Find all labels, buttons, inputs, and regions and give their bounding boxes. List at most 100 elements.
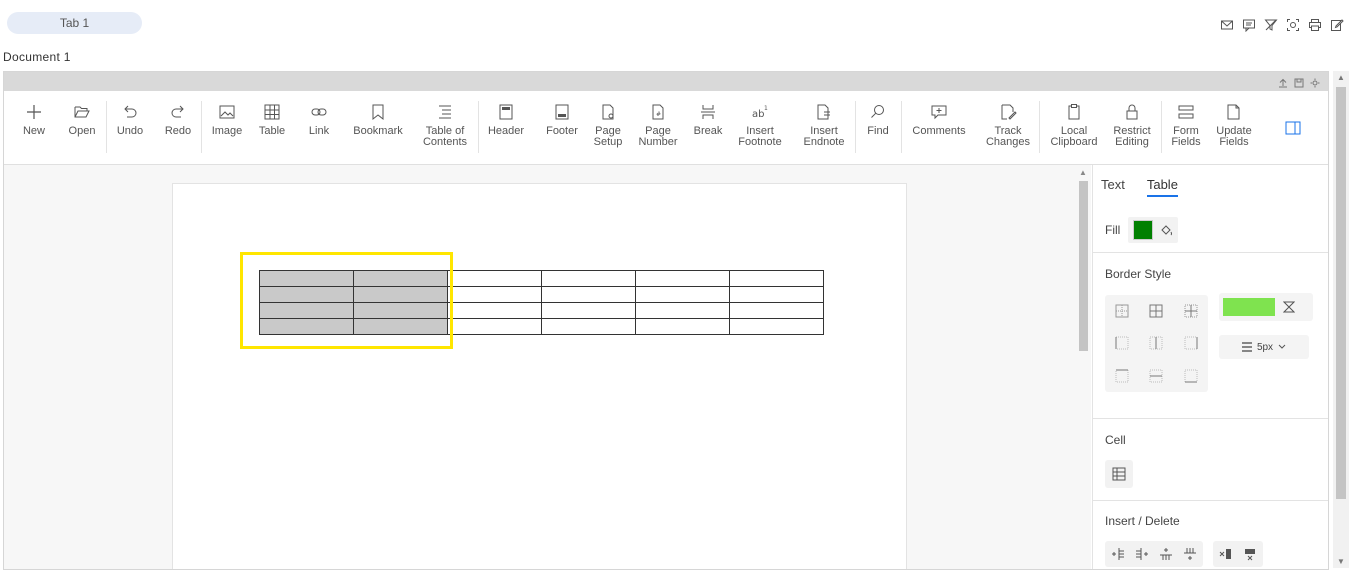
footer-label: Footer: [546, 125, 578, 137]
scroll-up-icon[interactable]: ▲: [1337, 73, 1345, 82]
break-button[interactable]: Break: [678, 103, 738, 137]
filter-clear-icon[interactable]: [1264, 18, 1278, 32]
endnote-icon: [817, 104, 830, 120]
center-vertical-border-icon[interactable]: [1149, 336, 1163, 350]
border-color-swatch[interactable]: [1223, 298, 1275, 316]
fill-label: Fill: [1105, 223, 1121, 237]
left-border-icon[interactable]: [1115, 336, 1129, 350]
fill-color-swatch[interactable]: [1133, 220, 1154, 240]
header-label: Header: [487, 125, 525, 137]
edit-icon[interactable]: [1330, 18, 1344, 32]
table-cell[interactable]: [541, 318, 636, 335]
folder-open-icon: [74, 106, 90, 118]
insert-footnote-button[interactable]: ab 1 Insert Footnote: [730, 103, 790, 148]
document-canvas[interactable]: ▲: [4, 165, 1091, 569]
fill-color-picker[interactable]: [1128, 217, 1179, 243]
page-scrollbar[interactable]: ▲ ▼: [1333, 71, 1349, 568]
scroll-up-arrow-icon[interactable]: ▲: [1079, 168, 1087, 177]
track-changes-button[interactable]: Track Changes: [978, 103, 1038, 148]
paint-bucket-icon[interactable]: [1159, 223, 1173, 237]
comment-icon: [931, 105, 947, 120]
delete-row-icon[interactable]: [1243, 547, 1257, 561]
border-width-dropdown[interactable]: 5px: [1219, 335, 1309, 359]
find-label: Find: [867, 125, 889, 137]
table-cell[interactable]: [541, 270, 636, 287]
update-fields-label: Update Fields: [1216, 125, 1252, 148]
link-button[interactable]: Link: [289, 103, 349, 137]
search-icon: [871, 105, 884, 118]
bottom-border-icon[interactable]: [1184, 369, 1198, 383]
table-cell[interactable]: [447, 270, 542, 287]
local-clipboard-button[interactable]: Local Clipboard: [1044, 103, 1104, 148]
panel-tabs: Text Table: [1101, 177, 1178, 197]
table-cell[interactable]: [729, 318, 824, 335]
table-cell[interactable]: [635, 302, 730, 319]
table-cell[interactable]: [729, 302, 824, 319]
footer-icon: [555, 104, 569, 120]
all-borders-icon[interactable]: [1115, 304, 1129, 318]
screenshot-icon[interactable]: [1286, 18, 1300, 32]
scroll-down-icon[interactable]: ▼: [1337, 557, 1345, 566]
insert-column-right-icon[interactable]: [1135, 547, 1149, 561]
document-scrollbar[interactable]: ▲: [1075, 165, 1091, 569]
table-cell[interactable]: [447, 302, 542, 319]
border-color-dropdown-icon[interactable]: [1283, 301, 1295, 313]
scrollbar-thumb[interactable]: [1079, 181, 1088, 351]
tab-table[interactable]: Table: [1146, 177, 1178, 197]
section-divider: [1093, 500, 1328, 501]
link-label: Link: [308, 125, 330, 137]
comment-bubble-icon[interactable]: [1242, 18, 1256, 33]
document-page[interactable]: [172, 183, 907, 569]
table-cell[interactable]: [635, 318, 730, 335]
upload-icon[interactable]: [1278, 78, 1288, 88]
top-border-icon[interactable]: [1115, 369, 1129, 383]
border-color-picker[interactable]: [1219, 293, 1313, 321]
table-cell[interactable]: [635, 270, 730, 287]
right-border-icon[interactable]: [1184, 336, 1198, 350]
new-label: New: [22, 125, 45, 137]
mail-icon[interactable]: [1220, 18, 1234, 32]
header-icon: [499, 104, 513, 120]
restrict-editing-button[interactable]: Restrict Editing: [1102, 103, 1162, 148]
title-bar-icons: [1278, 78, 1320, 88]
toggle-properties-pane-button[interactable]: [1263, 119, 1323, 137]
table-of-contents-button[interactable]: Table of Contents: [415, 103, 475, 148]
comments-button[interactable]: Comments: [909, 103, 969, 137]
open-label: Open: [68, 125, 96, 137]
toolbar-separator: [1039, 101, 1040, 153]
table-cell[interactable]: [635, 286, 730, 303]
border-style-title: Border Style: [1105, 267, 1172, 281]
settings-icon[interactable]: [1310, 78, 1320, 88]
table-of-contents-label: Table of Contents: [422, 125, 468, 148]
delete-column-icon[interactable]: [1219, 547, 1233, 561]
header-button[interactable]: Header: [476, 103, 536, 137]
page-scrollbar-thumb[interactable]: [1336, 87, 1346, 499]
table-cell[interactable]: [541, 286, 636, 303]
table-cell[interactable]: [447, 318, 542, 335]
table-cell[interactable]: [729, 270, 824, 287]
table-cell[interactable]: [541, 302, 636, 319]
print-icon[interactable]: [1308, 18, 1322, 32]
outside-borders-icon[interactable]: [1184, 304, 1198, 318]
insert-endnote-button[interactable]: Insert Endnote: [794, 103, 854, 148]
link-icon: [311, 108, 327, 116]
inside-borders-icon[interactable]: [1149, 304, 1163, 318]
table-of-contents-icon: [439, 105, 451, 119]
table-cell[interactable]: [447, 286, 542, 303]
cell-properties-button[interactable]: [1105, 460, 1133, 488]
find-button[interactable]: Find: [848, 103, 908, 137]
insert-endnote-label: Insert Endnote: [803, 125, 845, 148]
center-horizontal-border-icon[interactable]: [1149, 369, 1163, 383]
insert-buttons: [1105, 541, 1203, 567]
insert-row-below-icon[interactable]: [1183, 547, 1197, 561]
bookmark-button[interactable]: Bookmark: [348, 103, 408, 137]
insert-column-left-icon[interactable]: [1111, 547, 1125, 561]
tab-text[interactable]: Text: [1101, 177, 1125, 197]
tab-1[interactable]: Tab 1: [7, 12, 142, 34]
insert-row-above-icon[interactable]: [1159, 547, 1173, 561]
break-label: Break: [693, 125, 723, 137]
plus-icon: [27, 105, 41, 119]
table-cell[interactable]: [729, 286, 824, 303]
save-icon[interactable]: [1294, 78, 1304, 88]
update-fields-button[interactable]: Update Fields: [1204, 103, 1264, 148]
